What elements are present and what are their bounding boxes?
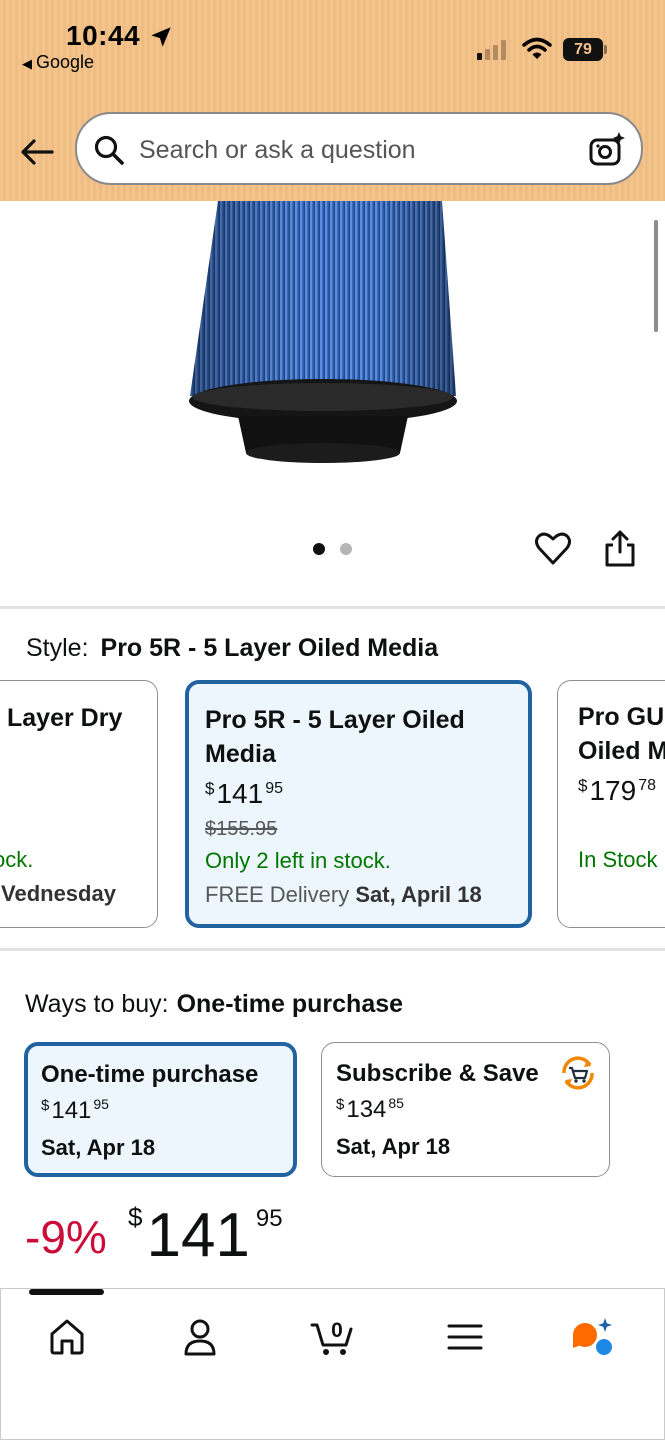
back-arrow-icon[interactable] — [18, 132, 58, 172]
price-symbol: $ — [128, 1202, 143, 1232]
home-icon[interactable] — [45, 1315, 89, 1359]
style-card-title-line2: Media — [205, 740, 276, 768]
search-placeholder: Search or ask a question — [139, 136, 416, 164]
style-card-pro-5r-oiled[interactable]: Pro 5R - 5 Layer Oiled Media $141 95 $155… — [185, 680, 532, 928]
price-symbol: $ — [578, 776, 588, 795]
buy-option-date: Sat, Apr 18 — [41, 1135, 156, 1160]
one-time-purchase-option[interactable]: One-time purchase $141 95 Sat, Apr 18 — [24, 1042, 297, 1177]
battery-level: 79 — [563, 38, 603, 61]
ways-to-buy-label: Ways to buy: — [25, 990, 169, 1018]
cart-icon[interactable]: 0 — [310, 1315, 358, 1359]
camera-search-icon[interactable] — [587, 130, 627, 170]
style-card-pro-guard[interactable]: Pro GU Oiled M $179 78 In Stock — [557, 680, 665, 928]
style-card-title-line1: Pro 5R - 5 Layer Oiled — [205, 706, 465, 734]
nav-active-indicator — [29, 1289, 104, 1295]
price-symbol: $ — [41, 1097, 50, 1114]
price-symbol: $ — [336, 1096, 345, 1113]
current-price: $141 95 — [128, 1200, 283, 1271]
search-icon — [94, 135, 124, 165]
menu-icon[interactable] — [443, 1315, 487, 1359]
subscribe-and-save-option[interactable]: Subscribe & Save $134 85 Sat, Apr 18 — [321, 1042, 610, 1177]
search-input[interactable]: Search or ask a question — [75, 112, 643, 185]
account-icon[interactable] — [178, 1315, 222, 1359]
price-whole: 141 — [146, 1201, 250, 1270]
bottom-nav-bar — [0, 1288, 665, 1440]
header-bar: 10:44 ◀ Google 79 Search or ask a questio… — [0, 0, 665, 201]
style-card-title-line2: Oiled M — [578, 737, 665, 765]
price-cents: 95 — [255, 1205, 283, 1232]
price-cents: 78 — [638, 777, 656, 794]
price-cents: 95 — [93, 1096, 109, 1112]
back-app-label: Google — [36, 52, 95, 72]
style-card-layer-dry[interactable]: Layer Dry ock. Vednesday — [0, 680, 158, 928]
section-divider — [0, 948, 665, 951]
status-time: 10:44 — [66, 20, 141, 51]
gallery-dot[interactable] — [340, 543, 352, 555]
style-card-stock: ock. — [0, 847, 34, 872]
cart-count: 0 — [331, 1319, 343, 1342]
heart-icon[interactable] — [533, 528, 573, 568]
style-card-delivery: Vednesday — [1, 881, 116, 906]
style-label: Style: — [26, 634, 89, 662]
buy-option-title: Subscribe & Save — [336, 1060, 539, 1087]
subscribe-cart-icon — [562, 1056, 594, 1090]
style-card-price: $179 78 — [578, 775, 656, 807]
rufus-icon[interactable] — [570, 1315, 614, 1359]
buy-option-title: One-time purchase — [41, 1061, 259, 1088]
section-divider — [0, 606, 665, 609]
ways-to-buy-selected: One-time purchase — [176, 990, 404, 1018]
gallery-dot-active[interactable] — [313, 543, 325, 555]
share-icon[interactable] — [602, 528, 638, 568]
price-symbol: $ — [205, 779, 215, 798]
buy-option-price: $141 95 — [41, 1096, 109, 1125]
style-card-list-price: $155.95 — [205, 818, 278, 840]
price-whole: 179 — [589, 775, 637, 806]
page-scrollbar[interactable] — [654, 220, 658, 332]
price-whole: 141 — [51, 1097, 92, 1124]
back-to-app-link[interactable]: ◀ Google — [22, 52, 94, 73]
back-triangle-icon: ◀ — [22, 56, 32, 71]
style-card-delivery: FREE Delivery Sat, April 18 — [205, 882, 482, 908]
buy-option-date: Sat, Apr 18 — [336, 1134, 451, 1159]
style-heading: Style: Pro 5R - 5 Layer Oiled Media — [26, 634, 438, 663]
battery-tip — [604, 45, 607, 54]
delivery-prefix: FREE Delivery — [205, 882, 350, 907]
style-card-price: $141 95 — [205, 778, 283, 810]
price-cents: 95 — [265, 780, 283, 797]
style-card-stock: Only 2 left in stock. — [205, 848, 391, 873]
style-card-title: Layer Dry — [7, 704, 123, 732]
style-card-stock: In Stock — [578, 847, 658, 872]
battery-indicator: 79 — [563, 38, 607, 61]
style-selected-value: Pro 5R - 5 Layer Oiled Media — [100, 634, 439, 662]
delivery-date: Sat, April 18 — [355, 882, 482, 907]
buy-option-price: $134 85 — [336, 1095, 404, 1124]
price-whole: 141 — [216, 778, 264, 809]
discount-percent: -9% — [25, 1211, 107, 1263]
cellular-signal-icon — [477, 40, 506, 60]
product-image-air-filter[interactable] — [180, 201, 470, 471]
wifi-icon — [522, 37, 552, 59]
price-whole: 134 — [346, 1096, 387, 1123]
price-cents: 85 — [388, 1095, 404, 1111]
location-arrow-icon — [151, 27, 171, 47]
ways-to-buy-heading: Ways to buy: One-time purchase — [25, 990, 403, 1019]
style-card-title-line1: Pro GU — [578, 703, 665, 731]
